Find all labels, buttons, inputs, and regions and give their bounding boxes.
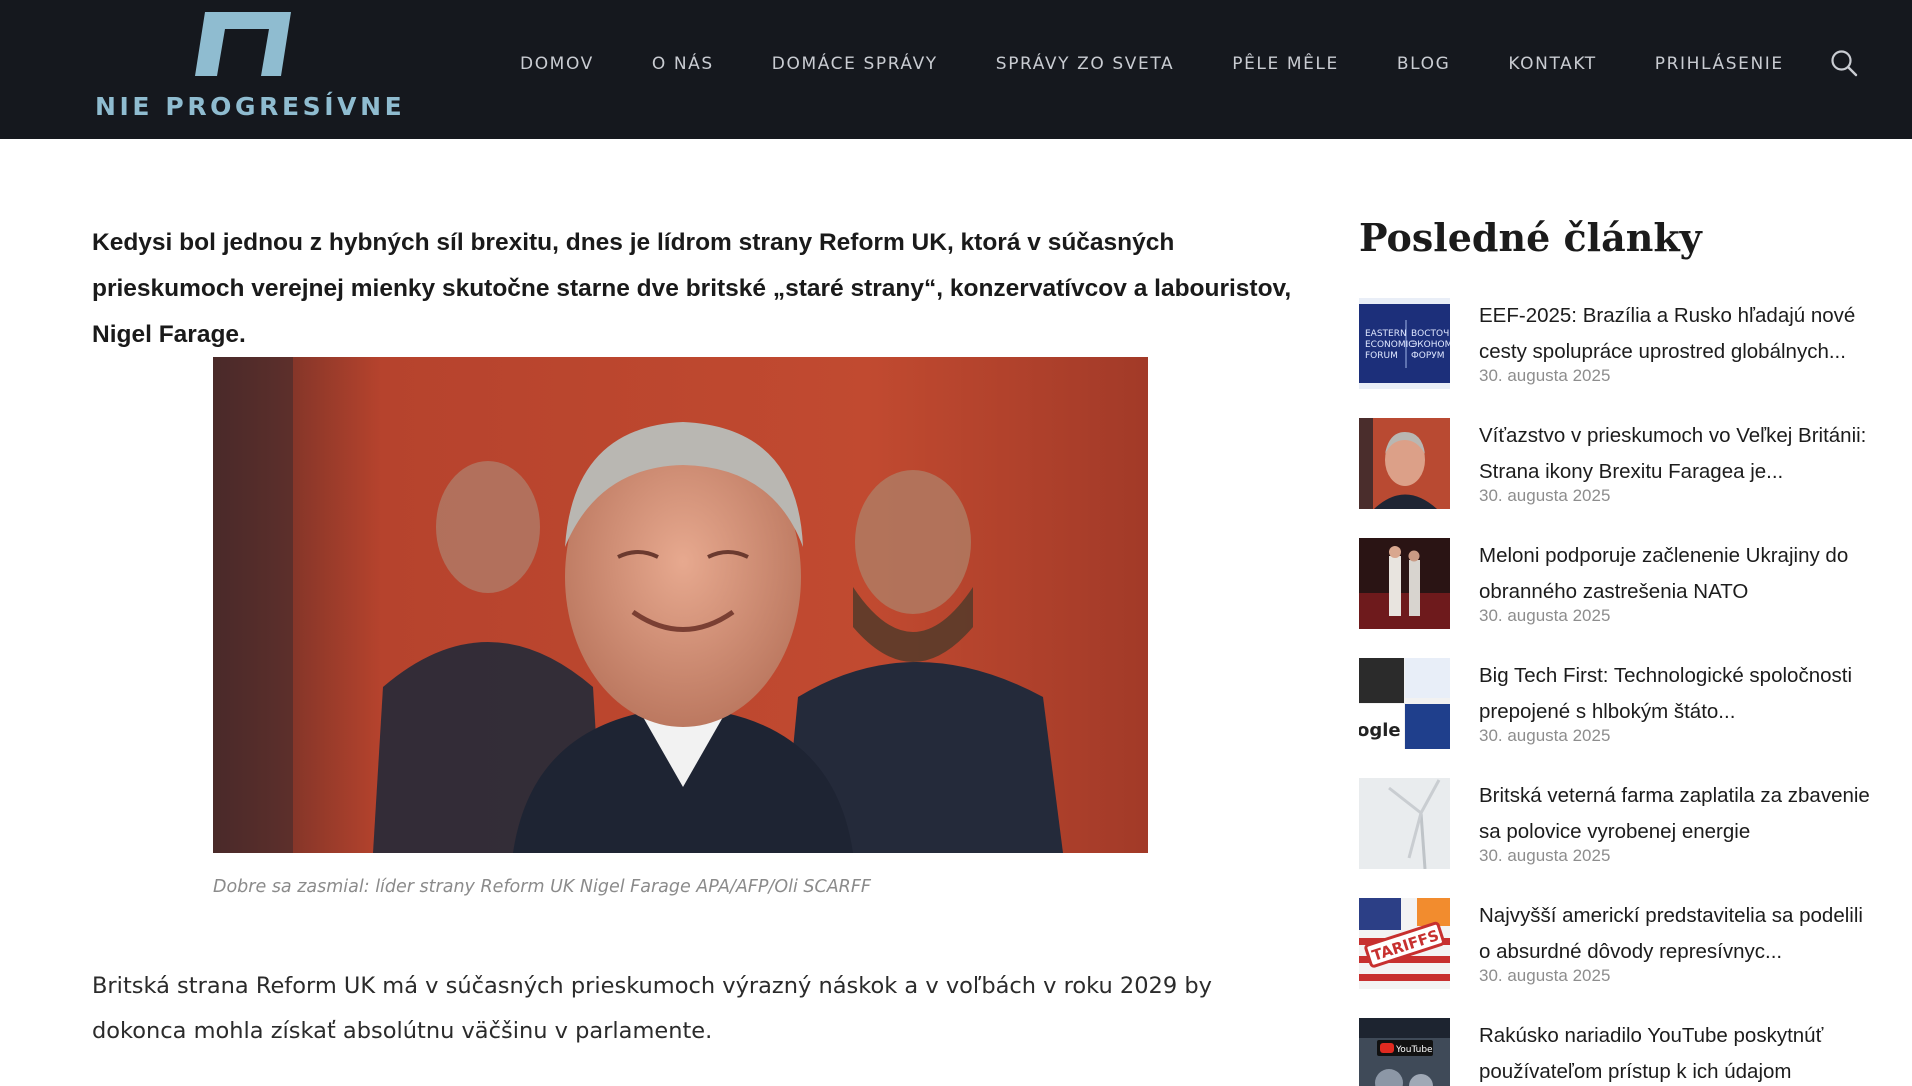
site-header: NIE PROGRESÍVNE DOMOV O NÁS DOMÁCE SPRÁV… bbox=[0, 0, 1912, 139]
nav-item-o-nas[interactable]: O NÁS bbox=[652, 54, 714, 74]
nav-item-pele-mele[interactable]: PÊLE MÊLE bbox=[1232, 54, 1339, 74]
image-caption: Dobre sa zasmial: líder strany Reform UK… bbox=[213, 877, 871, 897]
post-thumbnail[interactable]: ogle bbox=[1359, 658, 1450, 749]
post-thumbnail[interactable]: EASTERN ECONOMIC FORUM ВОСТОЧ ЭКОНОМ ФОР… bbox=[1359, 298, 1450, 389]
article-paragraph: Britská strana Reform UK má v súčasných … bbox=[92, 973, 1212, 1044]
post-title[interactable]: Víťazstvo v prieskumoch vo Veľkej Britán… bbox=[1479, 418, 1879, 490]
recent-post-item[interactable]: ogle Big Tech First: Technologické spolo… bbox=[1359, 658, 1879, 763]
nav-item-kontakt[interactable]: KONTAKT bbox=[1508, 54, 1596, 74]
photo-illustration bbox=[213, 357, 1148, 853]
post-thumbnail[interactable]: YouTube bbox=[1359, 1018, 1450, 1086]
post-thumbnail[interactable] bbox=[1359, 418, 1450, 509]
thumb-text-line1: EASTERN bbox=[1365, 329, 1407, 339]
article-image bbox=[213, 357, 1148, 853]
post-thumbnail[interactable] bbox=[1359, 538, 1450, 629]
logo-mark-icon bbox=[195, 12, 291, 76]
post-date: 30. augusta 2025 bbox=[1479, 606, 1611, 625]
post-title[interactable]: Meloni podporuje začlenenie Ukrajiny do … bbox=[1479, 538, 1879, 610]
thumb-text-line2: ECONOMIC bbox=[1365, 340, 1415, 350]
thumb-text-line3: FORUM bbox=[1365, 351, 1398, 361]
post-title[interactable]: Britská veterná farma zaplatila za zbave… bbox=[1479, 778, 1879, 850]
main-nav: DOMOV O NÁS DOMÁCE SPRÁVY SPRÁVY ZO SVET… bbox=[520, 48, 1784, 80]
post-title[interactable]: Rakúsko nariadilo YouTube poskytnúť použ… bbox=[1479, 1018, 1879, 1086]
post-title[interactable]: Big Tech First: Technologické spoločnost… bbox=[1479, 658, 1879, 730]
thumb-text: YouTube bbox=[1395, 1045, 1433, 1055]
nav-item-spravy-zo-sveta[interactable]: SPRÁVY ZO SVETA bbox=[996, 54, 1174, 74]
post-date: 30. augusta 2025 bbox=[1479, 366, 1611, 385]
search-icon bbox=[1831, 50, 1858, 77]
post-thumbnail[interactable]: TARIFFS bbox=[1359, 898, 1450, 989]
post-title[interactable]: EEF-2025: Brazília a Rusko hľadajú nové … bbox=[1479, 298, 1879, 370]
logo-text: NIE PROGRESÍVNE bbox=[95, 92, 406, 121]
article-lead: Kedysi bol jednou z hybných síl brexitu,… bbox=[92, 229, 1292, 348]
nav-item-domace-spravy[interactable]: DOMÁCE SPRÁVY bbox=[772, 54, 938, 74]
site-logo[interactable]: NIE PROGRESÍVNE bbox=[95, 12, 402, 124]
recent-post-item[interactable]: YouTube Rakúsko nariadilo YouTube poskyt… bbox=[1359, 1018, 1879, 1086]
recent-post-item[interactable]: EASTERN ECONOMIC FORUM ВОСТОЧ ЭКОНОМ ФОР… bbox=[1359, 298, 1879, 403]
post-date: 30. augusta 2025 bbox=[1479, 486, 1611, 505]
recent-post-item[interactable]: TARIFFS Najvyšší americkí predstavitelia… bbox=[1359, 898, 1879, 1003]
post-thumbnail[interactable] bbox=[1359, 778, 1450, 869]
post-date: 30. augusta 2025 bbox=[1479, 966, 1611, 985]
post-date: 30. augusta 2025 bbox=[1479, 726, 1611, 745]
nav-item-blog[interactable]: BLOG bbox=[1397, 54, 1450, 74]
thumb-text: ogle bbox=[1359, 720, 1401, 741]
thumb-text-line4: ВОСТОЧ bbox=[1411, 329, 1449, 339]
nav-item-prihlasenie[interactable]: PRIHLÁSENIE bbox=[1655, 54, 1784, 74]
search-button[interactable] bbox=[1829, 48, 1859, 78]
recent-post-item[interactable]: Britská veterná farma zaplatila za zbave… bbox=[1359, 778, 1879, 883]
recent-post-item[interactable]: Meloni podporuje začlenenie Ukrajiny do … bbox=[1359, 538, 1879, 643]
post-title[interactable]: Najvyšší americkí predstavitelia sa pode… bbox=[1479, 898, 1879, 970]
thumb-text-line6: ФОРУМ bbox=[1411, 351, 1445, 361]
post-date: 30. augusta 2025 bbox=[1479, 846, 1611, 865]
sidebar-title: Posledné články bbox=[1359, 215, 1702, 260]
thumb-text-line5: ЭКОНОМ bbox=[1411, 340, 1450, 350]
nav-item-domov[interactable]: DOMOV bbox=[520, 54, 594, 74]
recent-post-item[interactable]: Víťazstvo v prieskumoch vo Veľkej Britán… bbox=[1359, 418, 1879, 523]
